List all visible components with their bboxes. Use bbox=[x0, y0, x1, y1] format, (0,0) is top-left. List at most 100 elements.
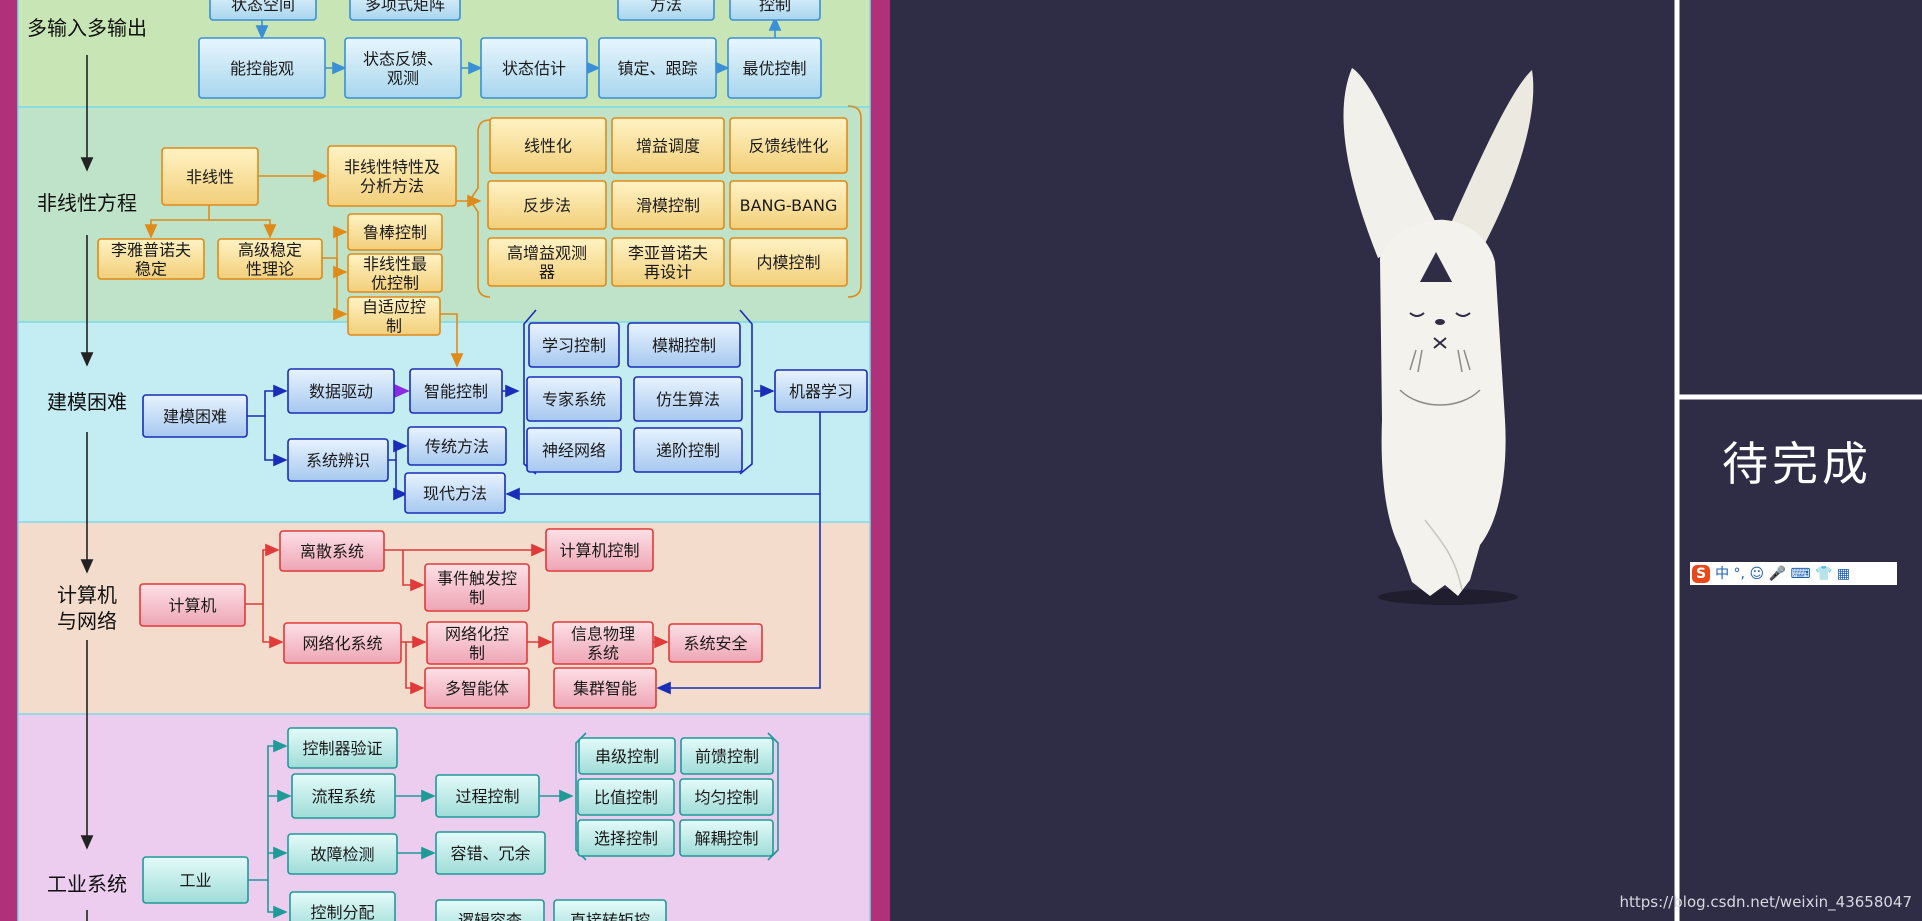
node-label: 容错、冗余 bbox=[450, 844, 530, 863]
left-edge-bar bbox=[0, 0, 18, 921]
node-computer: 计算机 bbox=[139, 583, 246, 627]
node-label: 能控能观 bbox=[230, 59, 294, 78]
node-label: 计算机控制 bbox=[559, 541, 639, 560]
node-label: 神经网络 bbox=[542, 441, 606, 460]
node-adaptive: 自适应控制 bbox=[347, 296, 441, 336]
node-label: 计算机 bbox=[168, 596, 216, 615]
node-label: 镇定、跟踪 bbox=[617, 59, 697, 78]
node-label: 过程控制 bbox=[455, 787, 519, 806]
node-label: 模糊控制 bbox=[652, 336, 716, 355]
node-selective: 选择控制 bbox=[577, 819, 675, 857]
node-label: 线性化 bbox=[524, 137, 572, 156]
node-ctrl-alloc: 控制分配 bbox=[289, 891, 396, 921]
ime-logo-icon[interactable]: S bbox=[1692, 564, 1711, 583]
node-latter-block: 逻辑容查 bbox=[435, 899, 545, 921]
node-label: 比值控制 bbox=[594, 788, 658, 807]
node-label: 控制器验证 bbox=[302, 739, 382, 758]
node-process-sys: 流程系统 bbox=[291, 773, 396, 819]
node-nl-analysis: 非线性特性及分析方法 bbox=[327, 145, 457, 207]
node-label: 多项式矩阵 bbox=[365, 0, 445, 14]
node-bang-bang: BANG-BANG bbox=[729, 180, 848, 230]
node-label: 内模控制 bbox=[756, 253, 820, 272]
node-mimo-top3: 方法 bbox=[617, 0, 715, 21]
node-label: 控制分配 bbox=[310, 903, 374, 921]
node-learning: 学习控制 bbox=[528, 322, 620, 368]
node-label: 均匀控制 bbox=[694, 788, 758, 807]
node-event-trigger: 事件触发控制 bbox=[424, 563, 530, 612]
node-lyapunov: 李雅普诺夫稳定 bbox=[97, 238, 205, 280]
node-data-driven: 数据驱动 bbox=[287, 368, 395, 414]
node-optimal-control: 最优控制 bbox=[727, 37, 822, 99]
node-label: 专家系统 bbox=[542, 390, 606, 409]
node-fault-detect: 故障检测 bbox=[287, 833, 398, 875]
node-label: 现代方法 bbox=[423, 484, 487, 503]
node-label: 串级控制 bbox=[595, 747, 659, 766]
node-direct-torque: 直接转矩控 bbox=[553, 899, 667, 921]
node-label: 方法 bbox=[650, 0, 682, 14]
node-adv-stability: 高级稳定性理论 bbox=[217, 238, 323, 280]
node-label: 传统方法 bbox=[425, 437, 489, 456]
node-process-ctrl: 过程控制 bbox=[435, 774, 540, 818]
node-controllability: 能控能观 bbox=[198, 37, 326, 99]
pending-label: 待完成 bbox=[1722, 437, 1872, 491]
node-swarm: 集群智能 bbox=[553, 667, 657, 709]
node-nl-optimal: 非线性最优控制 bbox=[347, 253, 443, 293]
node-gain-sched: 增益调度 bbox=[611, 117, 725, 174]
node-multi-agent: 多智能体 bbox=[424, 667, 530, 709]
node-label: 机器学习 bbox=[789, 382, 853, 401]
node-label: 状态空间 bbox=[231, 0, 295, 14]
node-label: 学习控制 bbox=[542, 336, 606, 355]
node-label: 流程系统 bbox=[311, 787, 375, 806]
node-mimo-top1: 状态空间 bbox=[209, 0, 317, 21]
node-industrial: 工业 bbox=[142, 856, 249, 904]
node-label: 控制 bbox=[759, 0, 791, 14]
flow-diagram: 多输入多输出 非线性方程 建模困难 计算机与网络 工业系统 状态空间 多项式矩阵… bbox=[0, 0, 1922, 921]
node-label: 解耦控制 bbox=[694, 829, 758, 848]
node-computer-control: 计算机控制 bbox=[545, 528, 654, 572]
node-label: 系统辨识 bbox=[306, 451, 370, 470]
node-label: 鲁棒控制 bbox=[363, 223, 427, 242]
node-label: 最优控制 bbox=[742, 59, 806, 78]
node-label: 反馈线性化 bbox=[748, 137, 828, 156]
ime-status-icons[interactable]: 中 °, ☺ 🎤 ⌨ 👕 ▦ bbox=[1715, 565, 1850, 583]
node-robust: 鲁棒控制 bbox=[347, 213, 443, 251]
node-neural: 神经网络 bbox=[526, 427, 622, 473]
node-state-estimation: 状态估计 bbox=[480, 37, 588, 99]
node-label: 状态估计 bbox=[502, 59, 566, 78]
node-networked-ctrl: 网络化控制 bbox=[426, 621, 528, 665]
node-label: 数据驱动 bbox=[309, 382, 373, 401]
node-label: 非线性 bbox=[186, 168, 234, 187]
node-label: 滑模控制 bbox=[636, 196, 700, 215]
node-nonlinearity: 非线性 bbox=[161, 147, 259, 206]
node-high-gain-obs: 高增益观测器 bbox=[487, 237, 607, 287]
node-linearization: 线性化 bbox=[489, 117, 607, 174]
node-label: 故障检测 bbox=[310, 845, 374, 864]
node-ctrl-verify: 控制器验证 bbox=[287, 727, 398, 769]
node-intelligent: 智能控制 bbox=[409, 368, 503, 414]
node-label: 集群智能 bbox=[573, 679, 637, 698]
node-label: 仿生算法 bbox=[656, 390, 720, 409]
section-title-mimo: 多输入多输出 bbox=[27, 16, 147, 40]
node-stabilize-track: 镇定、跟踪 bbox=[598, 37, 717, 99]
node-traditional: 传统方法 bbox=[407, 426, 507, 466]
node-label: 递阶控制 bbox=[656, 441, 720, 460]
node-fault-tol: 容错、冗余 bbox=[435, 831, 546, 875]
node-expert: 专家系统 bbox=[526, 376, 622, 422]
section-title-nonlinear: 非线性方程 bbox=[37, 191, 137, 215]
node-label: 增益调度 bbox=[636, 137, 700, 156]
node-fb-linearization: 反馈线性化 bbox=[729, 117, 848, 174]
node-lyap-redesign: 李亚普诺夫再设计 bbox=[611, 237, 725, 287]
node-imc: 内模控制 bbox=[729, 237, 848, 287]
node-sys-security: 系统安全 bbox=[668, 623, 763, 663]
node-label: 高级稳定性理论 bbox=[238, 241, 302, 279]
section-title-industrial: 工业系统 bbox=[47, 872, 127, 896]
node-label: 逻辑容查 bbox=[458, 911, 522, 921]
node-networked-sys: 网络化系统 bbox=[283, 622, 402, 664]
node-label: 智能控制 bbox=[424, 382, 488, 401]
node-sliding-mode: 滑模控制 bbox=[611, 180, 725, 230]
node-mimo-top2: 多项式矩阵 bbox=[349, 0, 461, 21]
node-backstepping: 反步法 bbox=[487, 180, 607, 230]
node-decoupling: 解耦控制 bbox=[679, 819, 774, 857]
node-cascade: 串级控制 bbox=[578, 737, 676, 775]
ime-toolbar[interactable]: S 中 °, ☺ 🎤 ⌨ 👕 ▦ bbox=[1690, 562, 1897, 585]
